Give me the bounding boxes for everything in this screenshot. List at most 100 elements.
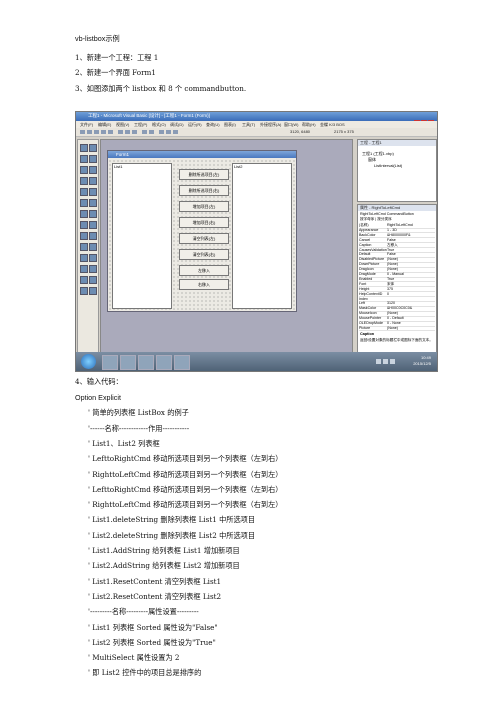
move-left-button[interactable]: 左移入	[179, 265, 229, 276]
extra-tool-2-icon[interactable]	[89, 265, 97, 273]
open-icon[interactable]	[101, 130, 106, 134]
property-value: 375	[387, 286, 393, 291]
props-object-select[interactable]: RightToLeftCmd CommandButton	[360, 212, 414, 216]
toolbox-panel	[77, 139, 99, 354]
list1-listbox[interactable]: List1	[112, 163, 172, 309]
drivelist-tool-icon[interactable]	[89, 210, 97, 218]
form1-window[interactable]: Form1 List1 List2 删除所选项目(左) 删除所选项目(右) 增加…	[107, 150, 297, 312]
dirlist-tool-icon[interactable]	[80, 221, 88, 229]
extra-tool-4-icon[interactable]	[89, 276, 97, 284]
property-name: MaskColor	[359, 306, 377, 311]
code-line: ' List1.ResetContent 清空列表框 List1	[88, 576, 222, 586]
tray-icon[interactable]	[383, 359, 388, 364]
image-tool-icon[interactable]	[80, 243, 88, 251]
checkbox-tool-icon[interactable]	[80, 177, 88, 185]
taskbar-app-icon[interactable]	[156, 355, 172, 370]
property-value: (None)	[387, 257, 398, 262]
frame-tool-icon[interactable]	[80, 166, 88, 174]
clear-left-button[interactable]: 清空列表(左)	[179, 233, 229, 244]
property-name: DragMode	[359, 272, 376, 276]
delete-right-button[interactable]: 删除所选项目(右)	[179, 185, 229, 196]
undo-icon[interactable]	[142, 130, 147, 134]
property-value: 左移入	[387, 242, 398, 247]
position-readout: 3120, 6480	[290, 129, 311, 134]
code-line: ' LefttoRightCmd 移动所选项目到另一个列表框（左到右）	[88, 484, 283, 494]
tree-project[interactable]: 工程1 (工程1.vbp)	[362, 151, 394, 157]
property-name: Enabled	[359, 276, 373, 281]
copy-icon[interactable]	[125, 130, 130, 134]
add-right-button[interactable]: 增加项目(右)	[179, 217, 229, 228]
grid-tool-icon[interactable]	[89, 254, 97, 262]
clear-right-button[interactable]: 清空列表(右)	[179, 249, 229, 260]
ole-tool-icon[interactable]	[80, 254, 88, 262]
delete-left-button[interactable]: 删除所选项目(左)	[179, 169, 229, 180]
extra-tool-3-icon[interactable]	[80, 276, 88, 284]
props-desc-title: Caption	[360, 332, 375, 336]
pointer-tool-icon[interactable]	[80, 144, 88, 152]
stop-icon[interactable]	[173, 130, 178, 134]
code-line: ' List1.AddString 给列表框 List1 增加新项目	[88, 546, 240, 555]
form-designer-area: Form1 List1 List2 删除所选项目(左) 删除所选项目(右) 增加…	[100, 139, 353, 354]
add-project-icon[interactable]	[80, 130, 85, 134]
pause-icon[interactable]	[166, 130, 171, 134]
listbox-tool-icon[interactable]	[89, 188, 97, 196]
redo-icon[interactable]	[149, 130, 154, 134]
textbox-tool-icon[interactable]	[89, 155, 97, 163]
commandbutton-tool-icon[interactable]	[89, 166, 97, 174]
property-value: &H8000000F&	[387, 232, 411, 237]
property-value: 0 - Default	[387, 316, 404, 321]
property-name: Appearance	[359, 227, 379, 232]
taskbar-app-icon[interactable]	[102, 355, 118, 370]
ide-title-bar: 工程1 - Microsoft Visual Basic [设计] - [工程1…	[76, 112, 437, 126]
taskbar-app-icon[interactable]	[138, 355, 154, 370]
data-tool-icon[interactable]	[89, 243, 97, 251]
tray-icon[interactable]	[390, 359, 395, 364]
add-form-icon[interactable]	[87, 130, 92, 134]
combobox-tool-icon[interactable]	[80, 188, 88, 196]
run-icon[interactable]	[159, 130, 164, 134]
extra-tool-6-icon[interactable]	[89, 287, 97, 295]
extra-tool-5-icon[interactable]	[80, 287, 88, 295]
line-tool-icon[interactable]	[89, 232, 97, 240]
list2-listbox[interactable]: List2	[232, 163, 292, 309]
system-clock[interactable]: 10:49 2015/12/5	[413, 355, 431, 367]
doc-title: vb-listbox示例	[75, 34, 120, 43]
step-1: 1、新建一个工程：工程 1	[75, 53, 159, 62]
optionbutton-tool-icon[interactable]	[89, 177, 97, 185]
ide-menu-bar: 文件(F) 编辑(E) 视图(V) 工程(P) 格式(O) 调试(D) 运行(R…	[76, 121, 437, 128]
cut-icon[interactable]	[118, 130, 123, 134]
menu-editor-icon[interactable]	[94, 130, 99, 134]
window-controls[interactable]	[413, 113, 435, 126]
props-tabs[interactable]: 按字母序 | 按分类序	[360, 217, 392, 222]
tree-form-item[interactable]: ListInterval(List)	[374, 163, 402, 168]
save-icon[interactable]	[108, 130, 113, 134]
code-line: ' List1、List2 列表框	[88, 438, 160, 448]
shape-tool-icon[interactable]	[80, 232, 88, 240]
property-name: Default	[359, 252, 371, 257]
timer-tool-icon[interactable]	[80, 210, 88, 218]
property-value: (None)	[387, 311, 398, 316]
property-value: 宋体	[387, 281, 395, 286]
taskbar-app-icon[interactable]	[174, 355, 190, 370]
start-button[interactable]	[81, 354, 96, 369]
tray-icon[interactable]	[376, 359, 381, 364]
code-line: ' RighttoLeftCmd 移动所选项目到另一个列表框（右到左）	[88, 469, 283, 479]
label-tool-icon[interactable]	[80, 155, 88, 163]
hscroll-tool-icon[interactable]	[80, 199, 88, 207]
property-value: 0 - Manual	[387, 272, 404, 276]
code-line: ' MultiSelect 属性设置为 2	[88, 653, 180, 663]
extra-tool-icon[interactable]	[80, 265, 88, 273]
code-line: Option Explicit	[75, 393, 121, 402]
add-left-button[interactable]: 增加项目(左)	[179, 201, 229, 212]
taskbar-app-icon[interactable]	[120, 355, 136, 370]
paste-icon[interactable]	[132, 130, 137, 134]
code-line: ' List1 列表框 Sorted 属性设为"False"	[88, 622, 218, 632]
vscroll-tool-icon[interactable]	[89, 199, 97, 207]
filelist-tool-icon[interactable]	[89, 221, 97, 229]
picturebox-tool-icon[interactable]	[89, 144, 97, 152]
props-desc-text: 返回/设置对象的标题栏中或图标下面的文本。	[360, 338, 433, 342]
property-value: False	[387, 252, 396, 257]
property-row[interactable]: Picture (None)	[359, 326, 435, 332]
move-right-button[interactable]: 右移入	[179, 279, 229, 290]
property-value: True	[387, 247, 395, 252]
